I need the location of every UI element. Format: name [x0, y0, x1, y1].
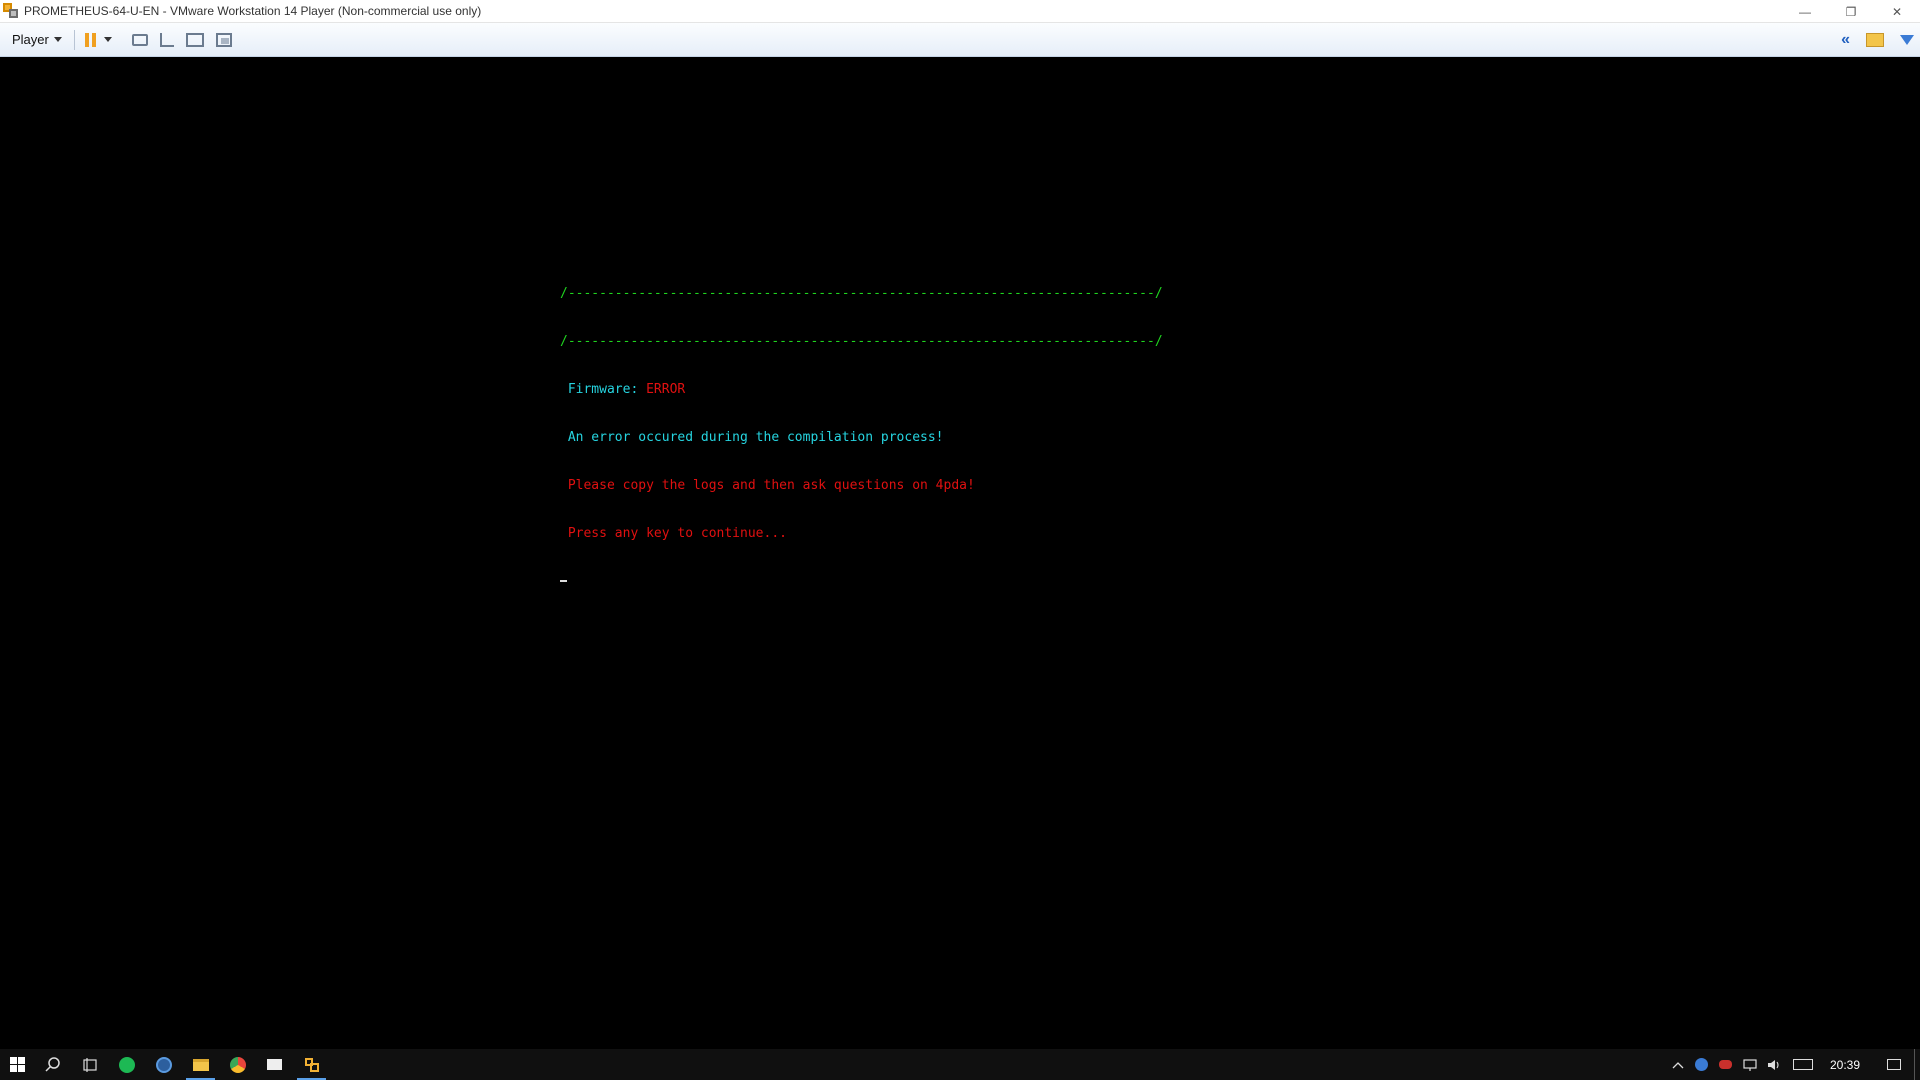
- toolbar-divider: [73, 29, 75, 50]
- system-tray: 20:39: [1666, 1049, 1920, 1080]
- unity-icon[interactable]: [215, 32, 232, 47]
- chevron-down-icon: [53, 37, 62, 42]
- text-cursor: [560, 580, 567, 582]
- console-output: /---------------------------------------…: [560, 254, 1163, 614]
- player-menu-label: Player: [12, 32, 49, 47]
- pause-icon[interactable]: [84, 32, 96, 47]
- task-view-icon: [82, 1057, 97, 1072]
- windows-logo-icon: [9, 1057, 25, 1072]
- firmware-label: Firmware:: [560, 382, 647, 397]
- toolbar-right-group: «: [1841, 23, 1914, 57]
- close-button[interactable]: ✕: [1874, 0, 1920, 23]
- download-icon[interactable]: [1900, 35, 1914, 45]
- spotify-button[interactable]: [108, 1049, 145, 1080]
- spotify-icon: [118, 1056, 135, 1073]
- copy-logs-line: Please copy the logs and then ask questi…: [560, 478, 975, 493]
- vmware-app-icon: [3, 3, 19, 19]
- minimize-button[interactable]: —: [1782, 0, 1828, 23]
- show-desktop-button[interactable]: [1914, 1049, 1920, 1080]
- press-key-line: Press any key to continue...: [560, 526, 787, 541]
- start-button[interactable]: [0, 1049, 34, 1080]
- window-controls: — ❐ ✕: [1782, 0, 1920, 23]
- send-ctrl-alt-del-icon[interactable]: [159, 32, 174, 47]
- app-blue-button[interactable]: [145, 1049, 182, 1080]
- error-message-line: An error occured during the compilation …: [560, 430, 944, 445]
- notification-icon: [1887, 1059, 1901, 1070]
- search-button[interactable]: [34, 1049, 71, 1080]
- keyboard-icon[interactable]: [1786, 1049, 1820, 1080]
- window-title: PROMETHEUS-64-U-EN - VMware Workstation …: [24, 4, 482, 18]
- windows-taskbar: 20:39: [0, 1049, 1920, 1080]
- app-icon: [155, 1056, 172, 1073]
- player-menu-button[interactable]: Player: [12, 32, 62, 47]
- console-border-second: /---------------------------------------…: [560, 334, 1163, 349]
- player-toolbar: Player «: [0, 23, 1920, 57]
- network-icon[interactable]: [1738, 1049, 1762, 1080]
- console-border-top: /---------------------------------------…: [560, 286, 1163, 301]
- mail-icon: [267, 1059, 282, 1070]
- task-view-button[interactable]: [71, 1049, 108, 1080]
- steam-icon[interactable]: [1690, 1049, 1714, 1080]
- folder-icon: [192, 1058, 209, 1071]
- chrome-icon: [229, 1056, 246, 1073]
- pause-options-chevron-icon[interactable]: [103, 37, 112, 42]
- file-explorer-button[interactable]: [182, 1049, 219, 1080]
- mail-button[interactable]: [256, 1049, 293, 1080]
- chevron-up-icon[interactable]: [1666, 1049, 1690, 1080]
- collapse-toolbar-icon[interactable]: «: [1841, 31, 1850, 49]
- restore-button[interactable]: ❐: [1828, 0, 1874, 23]
- volume-icon[interactable]: [1762, 1049, 1786, 1080]
- vmware-taskbar-button[interactable]: [293, 1049, 330, 1080]
- vm-display[interactable]: /---------------------------------------…: [0, 57, 1920, 1049]
- vmware-icon: [304, 1057, 319, 1072]
- firmware-status-line: Firmware: ERROR: [560, 382, 1163, 398]
- window-titlebar: PROMETHEUS-64-U-EN - VMware Workstation …: [0, 0, 1920, 23]
- search-icon: [44, 1056, 60, 1072]
- chrome-button[interactable]: [219, 1049, 256, 1080]
- shared-folder-icon[interactable]: [1866, 33, 1884, 47]
- firmware-status: ERROR: [646, 382, 686, 397]
- fullscreen-icon[interactable]: [185, 32, 204, 47]
- notification-center-button[interactable]: [1874, 1049, 1914, 1080]
- devices-icon[interactable]: [131, 33, 148, 46]
- game-controller-icon[interactable]: [1714, 1049, 1738, 1080]
- clock[interactable]: 20:39: [1830, 1058, 1860, 1072]
